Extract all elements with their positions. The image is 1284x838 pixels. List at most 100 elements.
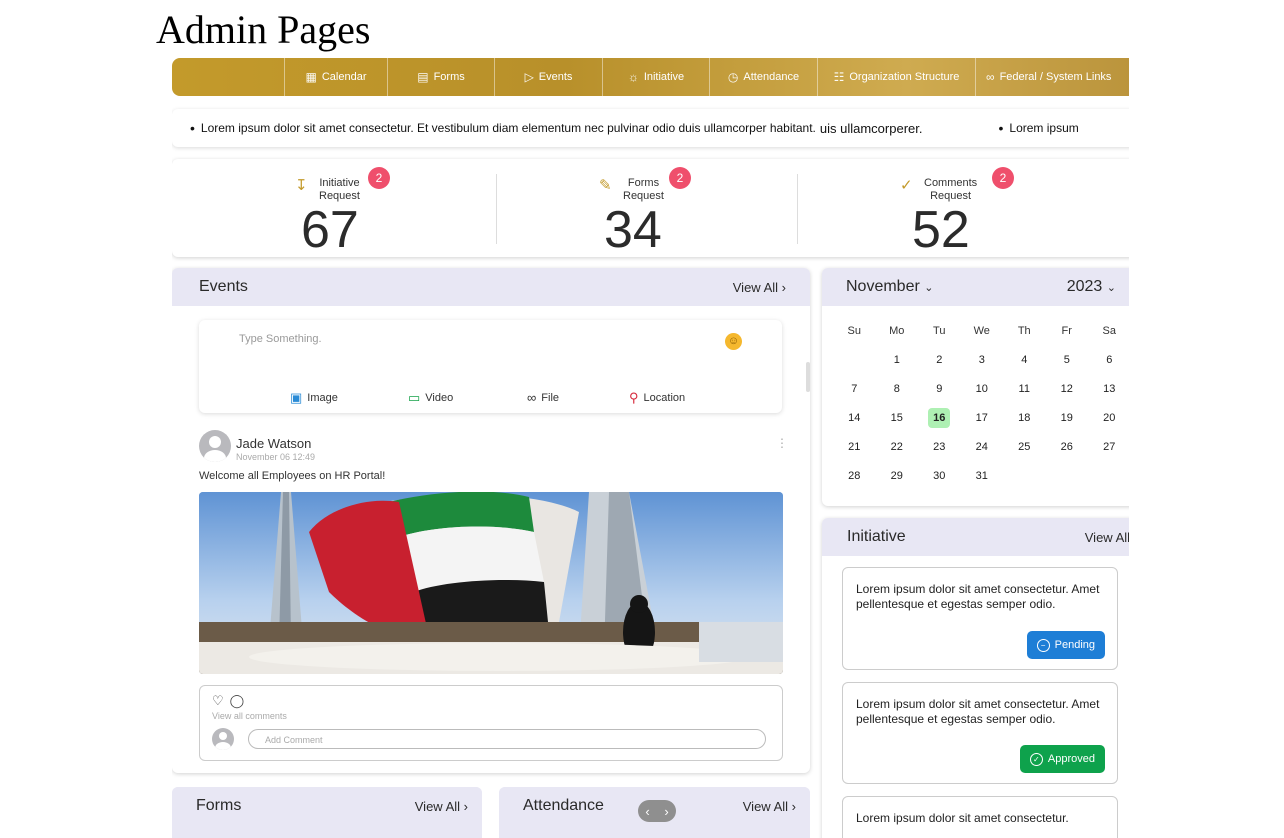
chevron-left-icon[interactable]: ‹ bbox=[645, 804, 649, 819]
calendar-day[interactable]: 14 bbox=[833, 412, 876, 424]
weekday-label: Sa bbox=[1102, 324, 1116, 337]
calendar-day[interactable]: 4 bbox=[1003, 354, 1046, 366]
initiative-card[interactable]: Lorem ipsum dolor sit amet consectetur. bbox=[842, 796, 1118, 838]
post-input[interactable]: Type Something. bbox=[239, 333, 322, 345]
attach-image-button[interactable]: ▣ Image bbox=[290, 390, 338, 406]
calendar-day[interactable]: 26 bbox=[1046, 441, 1089, 453]
page-title: Admin Pages bbox=[156, 7, 371, 52]
calendar-day[interactable]: 27 bbox=[1088, 441, 1129, 453]
calendar-day[interactable]: 10 bbox=[961, 383, 1004, 395]
attach-location-button[interactable]: ⚲ Location bbox=[629, 390, 685, 406]
nav-item-attendance[interactable]: ◷ Attendance bbox=[709, 58, 817, 96]
avatar[interactable] bbox=[199, 430, 231, 462]
forms-title: Forms bbox=[196, 797, 242, 814]
calendar-day[interactable]: 21 bbox=[833, 441, 876, 453]
nav-item-organization-structure[interactable]: ☷ Organization Structure bbox=[817, 58, 975, 96]
stat-initiative-request[interactable]: ↧ Initiative Request 2 67 bbox=[172, 159, 472, 258]
initiative-card[interactable]: Lorem ipsum dolor sit amet consectetur. … bbox=[842, 682, 1118, 784]
attach-video-button[interactable]: ▭ Video bbox=[408, 390, 453, 406]
status-badge[interactable]: − Pending bbox=[1026, 631, 1105, 659]
calendar-day[interactable]: 29 bbox=[876, 470, 919, 482]
post-image[interactable] bbox=[199, 492, 783, 674]
more-options-icon[interactable]: ⋮ bbox=[776, 436, 788, 450]
chevron-right-icon[interactable]: › bbox=[664, 804, 668, 819]
post-author[interactable]: Jade Watson bbox=[236, 436, 311, 451]
post-text: Welcome all Employees on HR Portal! bbox=[199, 470, 386, 482]
calendar-day[interactable]: 8 bbox=[876, 383, 919, 395]
notification-badge: 2 bbox=[669, 167, 691, 189]
calendar-day[interactable]: 7 bbox=[833, 383, 876, 395]
nav-item-label: Calendar bbox=[321, 71, 367, 83]
video-icon: ▭ bbox=[408, 390, 421, 405]
calendar-day[interactable]: 9 bbox=[918, 383, 961, 395]
calendar-day[interactable]: 16 bbox=[918, 407, 961, 428]
calendar-day[interactable]: 1 bbox=[876, 354, 919, 366]
calendar-day[interactable]: 11 bbox=[1003, 383, 1046, 395]
calendar-grid: Su Mo Tu We Th Fr Sa 1 2 3 4 5 6 7 8 9 10 11 12 13 14… bbox=[833, 316, 1129, 490]
calendar-day[interactable]: 24 bbox=[961, 441, 1004, 453]
initiative-card[interactable]: Lorem ipsum dolor sit amet consectetur. … bbox=[842, 567, 1118, 670]
year-select[interactable]: 2023 ⌄ bbox=[1067, 278, 1116, 296]
status-badge[interactable]: ✓ Approved bbox=[1019, 745, 1105, 773]
emoji-icon[interactable]: ☺ bbox=[725, 333, 742, 350]
calendar-day[interactable]: 18 bbox=[1003, 412, 1046, 424]
nav-item-calendar[interactable]: ▦ Calendar bbox=[284, 58, 387, 96]
weekday-label: We bbox=[973, 324, 990, 337]
calendar-week-row: 7 8 9 10 11 12 13 bbox=[833, 374, 1129, 403]
nav-item-events[interactable]: ▷ Events bbox=[494, 58, 602, 96]
forms-panel: Forms View All › bbox=[172, 787, 482, 838]
calendar-day[interactable]: 20 bbox=[1088, 412, 1129, 424]
calendar-widget: November ⌄ 2023 ⌄ Su Mo Tu We Th Fr Sa 1… bbox=[822, 268, 1129, 506]
calendar-day[interactable]: 19 bbox=[1046, 412, 1089, 424]
calendar-day[interactable]: 23 bbox=[918, 441, 961, 453]
calendar-week-row: 21 22 23 24 25 26 27 bbox=[833, 432, 1129, 461]
download-box-icon: ↧ bbox=[295, 177, 308, 194]
events-view-all-link[interactable]: View All › bbox=[733, 280, 786, 295]
calendar-week-row: 28 29 30 31 bbox=[833, 461, 1129, 490]
document-icon: ▤ bbox=[417, 70, 429, 84]
attach-file-button[interactable]: ∞ File bbox=[527, 390, 559, 405]
add-comment-input[interactable]: Add Comment bbox=[248, 729, 766, 749]
calendar-day[interactable]: 31 bbox=[961, 470, 1004, 482]
stat-value: 34 bbox=[604, 201, 662, 259]
calendar-day[interactable]: 13 bbox=[1088, 383, 1129, 395]
notification-badge: 2 bbox=[992, 167, 1014, 189]
location-pin-icon: ⚲ bbox=[629, 390, 639, 405]
calendar-day[interactable]: 28 bbox=[833, 470, 876, 482]
forms-view-all-link[interactable]: View All › bbox=[415, 799, 468, 814]
calendar-day[interactable]: 5 bbox=[1046, 354, 1089, 366]
calendar-day[interactable]: 25 bbox=[1003, 441, 1046, 453]
calendar-day[interactable]: 15 bbox=[876, 412, 919, 424]
initiative-view-all-link[interactable]: View All › bbox=[1085, 530, 1129, 545]
calendar-day[interactable]: 30 bbox=[918, 470, 961, 482]
nav-item-initiative[interactable]: ☼ Initiative bbox=[602, 58, 709, 96]
calendar-week-row: 123456 bbox=[833, 345, 1129, 374]
like-heart-icon[interactable]: ♡ bbox=[212, 693, 230, 708]
stat-label-line1: Initiative bbox=[319, 177, 360, 189]
calendar-day[interactable]: 17 bbox=[961, 412, 1004, 424]
calendar-day[interactable]: 6 bbox=[1088, 354, 1129, 366]
stat-label-line1: Comments bbox=[924, 177, 978, 189]
event-photo bbox=[199, 492, 783, 674]
comment-bubble-icon[interactable]: ◯ bbox=[230, 693, 251, 708]
request-stats-card: ↧ Initiative Request 2 67 ✎ Forms Reques… bbox=[172, 159, 1129, 259]
pending-icon: − bbox=[1036, 638, 1050, 652]
events-title: Events bbox=[199, 278, 248, 295]
stat-comments-request[interactable]: ✓ Comments Request 2 52 bbox=[792, 159, 1092, 259]
initiative-title: Initiative bbox=[847, 528, 906, 545]
view-all-comments-link[interactable]: View all comments bbox=[212, 711, 287, 721]
calendar-day[interactable]: 3 bbox=[961, 354, 1004, 366]
calendar-day[interactable]: 12 bbox=[1046, 383, 1089, 395]
initiative-text: Lorem ipsum dolor sit amet consectetur. bbox=[856, 811, 1069, 825]
nav-item-label: Forms bbox=[433, 71, 465, 83]
nav-item-forms[interactable]: ▤ Forms bbox=[387, 58, 494, 96]
attendance-view-all-link[interactable]: View All › bbox=[743, 799, 796, 814]
stat-forms-request[interactable]: ✎ Forms Request 2 34 bbox=[482, 159, 782, 259]
ticker-text: Lorem ipsum bbox=[1009, 121, 1079, 135]
nav-item-federal-system-links[interactable]: ∞ Federal / System Links bbox=[975, 58, 1129, 96]
month-select[interactable]: November ⌄ bbox=[846, 278, 933, 296]
scrollbar[interactable] bbox=[806, 362, 810, 392]
stat-value: 52 bbox=[912, 201, 970, 259]
calendar-day[interactable]: 22 bbox=[876, 441, 919, 453]
calendar-day[interactable]: 2 bbox=[918, 354, 961, 366]
